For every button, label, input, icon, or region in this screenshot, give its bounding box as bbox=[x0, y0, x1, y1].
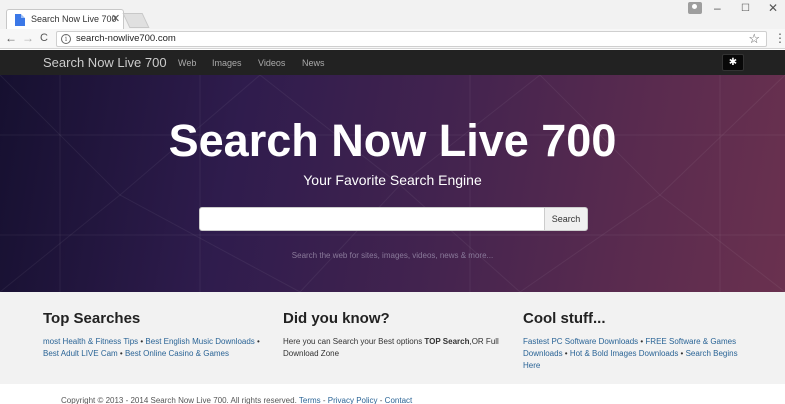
hero-section: Search Now Live 700 Your Favorite Search… bbox=[0, 75, 785, 292]
search-input[interactable] bbox=[199, 207, 545, 231]
terms-link[interactable]: Terms bbox=[299, 396, 321, 404]
did-you-know-text-start: Here you can Search your Best options bbox=[283, 337, 425, 346]
top-search-link-music[interactable]: Best English Music Downloads bbox=[145, 337, 254, 346]
cool-link-images[interactable]: Hot & Bold Images Downloads bbox=[570, 349, 679, 358]
cool-link-pc-software[interactable]: Fastest PC Software Downloads bbox=[523, 337, 638, 346]
top-search-link-casino[interactable]: Best Online Casino & Games bbox=[125, 349, 229, 358]
bookmark-star-icon[interactable]: ☆ bbox=[748, 31, 760, 47]
link-separator: • bbox=[117, 349, 125, 358]
cool-stuff-heading: Cool stuff... bbox=[523, 310, 606, 327]
profile-icon[interactable] bbox=[688, 2, 702, 14]
did-you-know-text: Here you can Search your Best options TO… bbox=[283, 336, 503, 360]
contact-link[interactable]: Contact bbox=[385, 396, 413, 404]
did-you-know-bold: TOP Search bbox=[424, 337, 470, 346]
footer-separator: - bbox=[377, 396, 385, 404]
new-tab-button[interactable] bbox=[122, 13, 150, 28]
did-you-know-column: Did you know? Here you can Search your B… bbox=[283, 310, 503, 360]
settings-button[interactable]: ✱ bbox=[722, 54, 744, 71]
navbar-brand[interactable]: Search Now Live 700 bbox=[43, 55, 167, 70]
hero-title: Search Now Live 700 bbox=[168, 115, 617, 166]
footer-separator: - bbox=[320, 396, 328, 404]
top-searches-links: most Health & Fitness Tips • Best Englis… bbox=[43, 336, 268, 360]
page-favicon-icon bbox=[15, 14, 25, 26]
info-section: Top Searches most Health & Fitness Tips … bbox=[0, 292, 785, 384]
nav-link-images[interactable]: Images bbox=[212, 58, 242, 68]
address-bar[interactable]: i search-nowlive700.com ☆ bbox=[56, 31, 767, 47]
search-hint: Search the web for sites, images, videos… bbox=[291, 251, 494, 260]
did-you-know-heading: Did you know? bbox=[283, 310, 390, 327]
browser-toolbar: ← → C i search-nowlive700.com ☆ ⋮ bbox=[0, 29, 785, 49]
address-url[interactable]: search-nowlive700.com bbox=[76, 33, 176, 44]
reload-icon[interactable]: C bbox=[40, 32, 48, 44]
forward-arrow-icon[interactable]: → bbox=[22, 31, 34, 45]
link-separator: • bbox=[678, 349, 686, 358]
nav-link-web[interactable]: Web bbox=[178, 58, 196, 68]
top-searches-column: Top Searches most Health & Fitness Tips … bbox=[43, 310, 268, 360]
maximize-icon[interactable]: ☐ bbox=[741, 3, 750, 14]
link-separator: • bbox=[254, 337, 260, 346]
top-search-link-cam[interactable]: Best Adult LIVE Cam bbox=[43, 349, 118, 358]
nav-link-news[interactable]: News bbox=[302, 58, 325, 68]
minimize-icon[interactable]: – bbox=[714, 1, 721, 15]
copyright-text: Copyright © 2013 - 2014 Search Now Live … bbox=[61, 396, 299, 404]
cool-stuff-column: Cool stuff... Fastest PC Software Downlo… bbox=[523, 310, 738, 372]
footer-text: Copyright © 2013 - 2014 Search Now Live … bbox=[61, 396, 412, 404]
top-search-link-health[interactable]: most Health & Fitness Tips bbox=[43, 337, 138, 346]
site-navbar: Search Now Live 700 Web Images Videos Ne… bbox=[0, 50, 785, 75]
hero-subtitle: Your Favorite Search Engine bbox=[303, 172, 482, 188]
tab-title: Search Now Live 700 bbox=[31, 14, 117, 24]
close-window-icon[interactable]: ✕ bbox=[768, 1, 778, 15]
gear-icon: ✱ bbox=[728, 57, 738, 68]
browser-titlebar: Search Now Live 700 ✕ – ☐ ✕ bbox=[0, 0, 785, 29]
cool-stuff-links: Fastest PC Software Downloads • FREE Sof… bbox=[523, 336, 738, 372]
browser-menu-icon[interactable]: ⋮ bbox=[774, 31, 785, 45]
back-arrow-icon[interactable]: ← bbox=[5, 31, 17, 45]
privacy-policy-link[interactable]: Privacy Policy bbox=[328, 396, 378, 404]
close-tab-icon[interactable]: ✕ bbox=[111, 12, 120, 25]
nav-link-videos[interactable]: Videos bbox=[258, 58, 285, 68]
search-button[interactable]: Search bbox=[544, 207, 588, 231]
top-searches-heading: Top Searches bbox=[43, 310, 141, 327]
browser-tab[interactable]: Search Now Live 700 ✕ bbox=[6, 9, 124, 29]
footer: Copyright © 2013 - 2014 Search Now Live … bbox=[0, 384, 785, 404]
info-icon[interactable]: i bbox=[61, 34, 71, 44]
link-separator: • bbox=[562, 349, 570, 358]
